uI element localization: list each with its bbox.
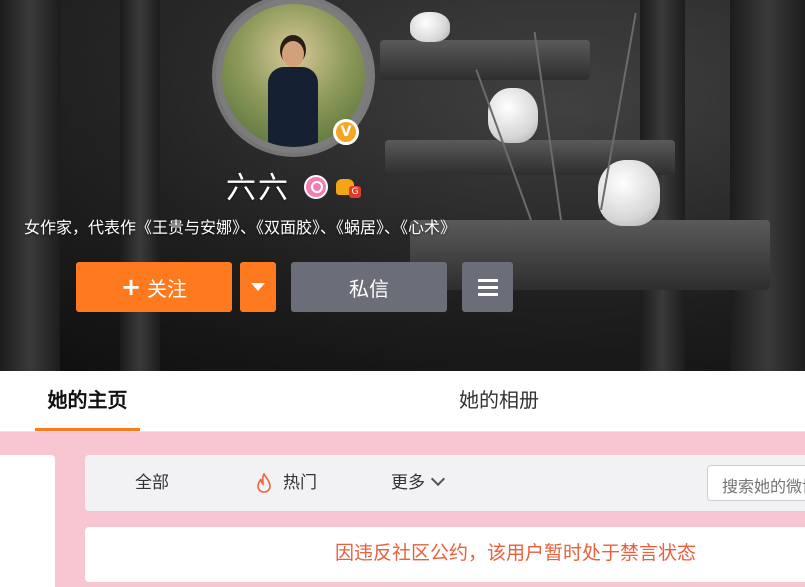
- message-label: 私信: [349, 276, 389, 301]
- follow-button[interactable]: + 关注: [76, 262, 232, 312]
- cover-decoration: [0, 0, 60, 371]
- profile-tabs: 她的主页 她的相册: [0, 371, 805, 432]
- sidebar-card: [0, 455, 55, 587]
- feed-filter-bar: 全部 热门 更多: [85, 455, 805, 511]
- filter-hot[interactable]: 热门: [257, 455, 317, 511]
- notice-card: 因违反社区公约，该用户暂时处于禁言状态: [85, 527, 805, 582]
- hamburger-icon: [477, 285, 498, 289]
- cover-decoration: [120, 0, 160, 371]
- verified-icon-label: V: [340, 124, 352, 140]
- cover-decoration: [410, 12, 450, 42]
- profile-cover: [0, 0, 805, 371]
- profile-name: 六六: [226, 171, 290, 206]
- tab-album[interactable]: 她的相册: [459, 371, 539, 431]
- female-gender-icon: [304, 175, 328, 199]
- filter-more[interactable]: 更多: [391, 455, 446, 511]
- verified-icon: V: [333, 119, 359, 145]
- avatar-photo: [264, 39, 322, 147]
- tab-album-label: 她的相册: [459, 388, 539, 412]
- flame-icon: [257, 473, 271, 493]
- search-input[interactable]: [707, 465, 805, 501]
- tab-home[interactable]: 她的主页: [35, 371, 140, 431]
- ban-notice: 因违反社区公约，该用户暂时处于禁言状态: [335, 542, 697, 564]
- filter-more-label: 更多: [391, 473, 425, 493]
- chevron-down-icon: [430, 471, 446, 487]
- plus-icon: +: [120, 273, 142, 301]
- active-tab-indicator: [35, 428, 140, 431]
- follow-label: 关注: [147, 276, 188, 301]
- follow-dropdown-button[interactable]: [240, 262, 276, 312]
- filter-all[interactable]: 全部: [135, 455, 169, 511]
- tab-home-label: 她的主页: [47, 388, 128, 412]
- member-level-label: G: [349, 186, 361, 198]
- filter-hot-label: 热门: [283, 473, 317, 493]
- cover-decoration: [380, 40, 590, 80]
- cover-decoration: [488, 88, 538, 143]
- cover-decoration: [730, 0, 805, 371]
- more-menu-button[interactable]: [462, 262, 513, 312]
- message-button[interactable]: 私信: [291, 262, 447, 312]
- crown-member-icon[interactable]: G: [336, 177, 362, 199]
- caret-down-icon: [251, 283, 265, 291]
- profile-bio: 女作家，代表作《王贵与安娜》、《双面胶》、《蜗居》、《心术》: [24, 218, 457, 237]
